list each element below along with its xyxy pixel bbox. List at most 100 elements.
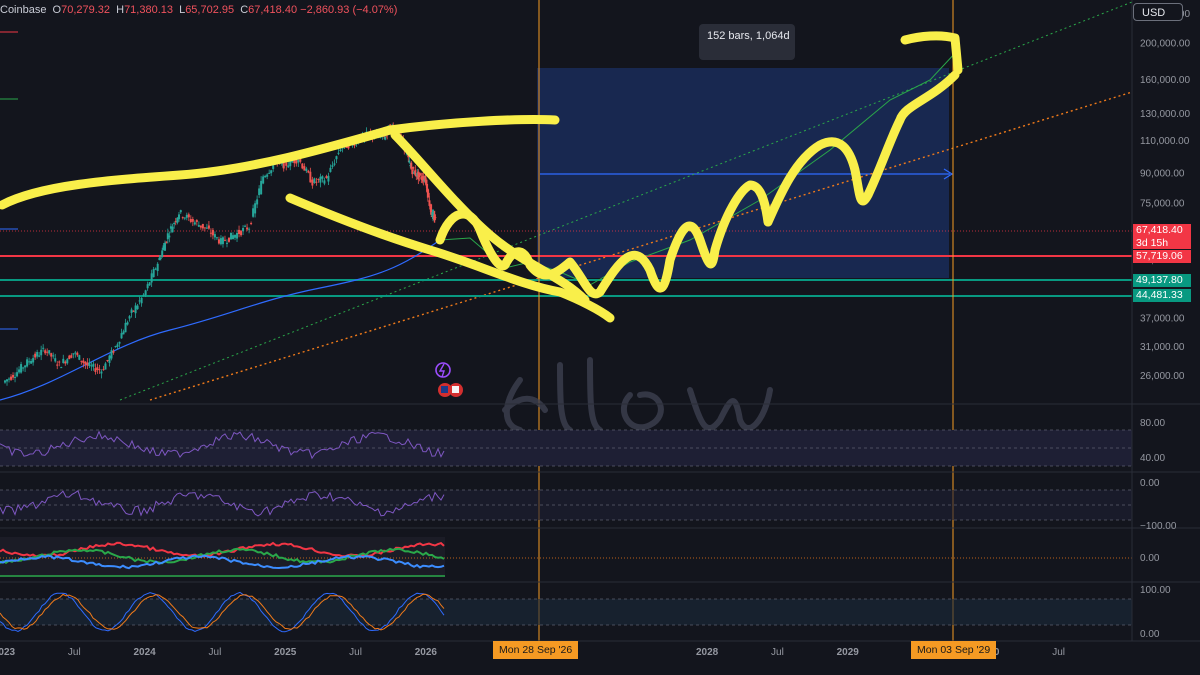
- candle-body: [159, 257, 162, 259]
- lightning-icon[interactable]: [435, 362, 451, 378]
- candle-body: [331, 165, 334, 167]
- candle-body: [272, 165, 275, 169]
- candle-body: [353, 144, 356, 146]
- candle-body: [254, 203, 257, 214]
- candle-body: [72, 353, 75, 355]
- candle-body: [152, 269, 155, 278]
- candle-body: [317, 178, 320, 180]
- candle-body: [270, 170, 273, 174]
- candle-body: [187, 214, 190, 218]
- price-tick: 130,000.00: [1140, 109, 1190, 120]
- level-teal2-badge: 44,481.33: [1133, 289, 1191, 302]
- candle-body: [325, 176, 328, 179]
- candle-body: [311, 179, 314, 186]
- price-tick: 37,000.00: [1140, 313, 1185, 324]
- candle-body: [232, 235, 235, 239]
- stoch-tick-0: 0.00: [1140, 629, 1160, 640]
- candle-body: [44, 350, 47, 354]
- close-value: 67,418.40: [248, 4, 298, 16]
- candle-body: [136, 305, 139, 310]
- candle-body: [22, 367, 25, 369]
- candle-body: [10, 376, 13, 380]
- candle-body: [64, 361, 67, 364]
- candle-body: [124, 322, 127, 333]
- candle-body: [414, 169, 417, 176]
- candle-body: [177, 214, 180, 220]
- price-tick: 160,000.00: [1140, 75, 1190, 86]
- candle-body: [118, 341, 121, 344]
- wave-tick-0: 0.00: [1140, 553, 1160, 564]
- price-tick: 90,000.00: [1140, 169, 1185, 180]
- open-label: O: [52, 4, 62, 16]
- time-tick: 2025: [274, 647, 297, 658]
- candle-body: [197, 225, 200, 227]
- candle-body: [90, 365, 93, 367]
- candle-body: [78, 355, 81, 360]
- candle-body: [171, 226, 174, 233]
- price-tick: 31,000.00: [1140, 342, 1185, 353]
- candle-body: [110, 350, 113, 359]
- time-tick: 2028: [696, 647, 719, 658]
- candle-body: [98, 369, 101, 371]
- candle-body: [102, 369, 105, 371]
- candle-body: [327, 175, 330, 182]
- cci-pane: [0, 489, 1132, 521]
- candle-body: [209, 232, 212, 234]
- candle-body: [333, 163, 336, 165]
- candle-body: [66, 359, 69, 364]
- candle-body: [138, 300, 141, 302]
- candle-body: [185, 214, 188, 218]
- time-tick: 2023: [0, 647, 16, 658]
- candle-body: [30, 360, 33, 364]
- date-range-box[interactable]: [537, 68, 949, 278]
- last-price-value: 67,418.40: [1136, 224, 1183, 236]
- candle-body: [309, 171, 312, 183]
- last-price-badge: 67,418.40 3d 15h: [1133, 224, 1191, 249]
- candle-body: [16, 372, 19, 377]
- candle-body: [303, 166, 306, 171]
- price-chart[interactable]: 240,000.00200,000.00160,000.00130,000.00…: [0, 0, 1200, 675]
- open-value: 70,279.32: [61, 4, 111, 16]
- candle-body: [76, 352, 79, 356]
- candle-body: [58, 361, 61, 363]
- candle-body: [4, 380, 7, 383]
- time-tick: Jul: [68, 647, 81, 658]
- candle-body: [94, 368, 97, 372]
- candle-body: [223, 239, 226, 241]
- candle-body: [211, 229, 214, 236]
- time-tick: Jul: [771, 647, 784, 658]
- candle-body: [217, 239, 220, 244]
- candle-body: [315, 181, 318, 183]
- price-axis[interactable]: 240,000.00200,000.00160,000.00130,000.00…: [1140, 9, 1190, 382]
- price-candles: [4, 122, 437, 386]
- candle-body: [240, 230, 243, 236]
- time-tick: Jul: [209, 647, 222, 658]
- cci-tick-0: 0.00: [1140, 478, 1160, 489]
- candle-body: [189, 218, 192, 222]
- time-marker-end-label[interactable]: Mon 03 Sep '29: [911, 641, 997, 659]
- candle-body: [260, 180, 263, 195]
- candle-body: [130, 309, 133, 313]
- candle-body: [122, 331, 125, 335]
- candle-body: [244, 225, 247, 227]
- candle-body: [335, 156, 338, 160]
- moving-average: [0, 239, 441, 401]
- candle-body: [92, 363, 95, 367]
- candle-body: [305, 168, 308, 171]
- candle-body: [201, 223, 204, 229]
- candle-body: [319, 176, 322, 183]
- candle-body: [108, 355, 111, 363]
- flag-icon[interactable]: [438, 383, 463, 397]
- candle-body: [8, 378, 11, 380]
- candle-body: [40, 349, 43, 356]
- candle-body: [50, 353, 53, 357]
- level-red-badge: 57,719.06: [1133, 250, 1191, 263]
- currency-button[interactable]: USD: [1133, 3, 1183, 21]
- time-tick: 2029: [837, 647, 860, 658]
- level-teal1-badge: 49,137.80: [1133, 274, 1191, 287]
- candle-body: [321, 176, 324, 179]
- candle-body: [84, 361, 87, 365]
- time-marker-start-label[interactable]: Mon 28 Sep '26: [493, 641, 579, 659]
- candle-body: [18, 369, 21, 373]
- candle-body: [250, 223, 253, 225]
